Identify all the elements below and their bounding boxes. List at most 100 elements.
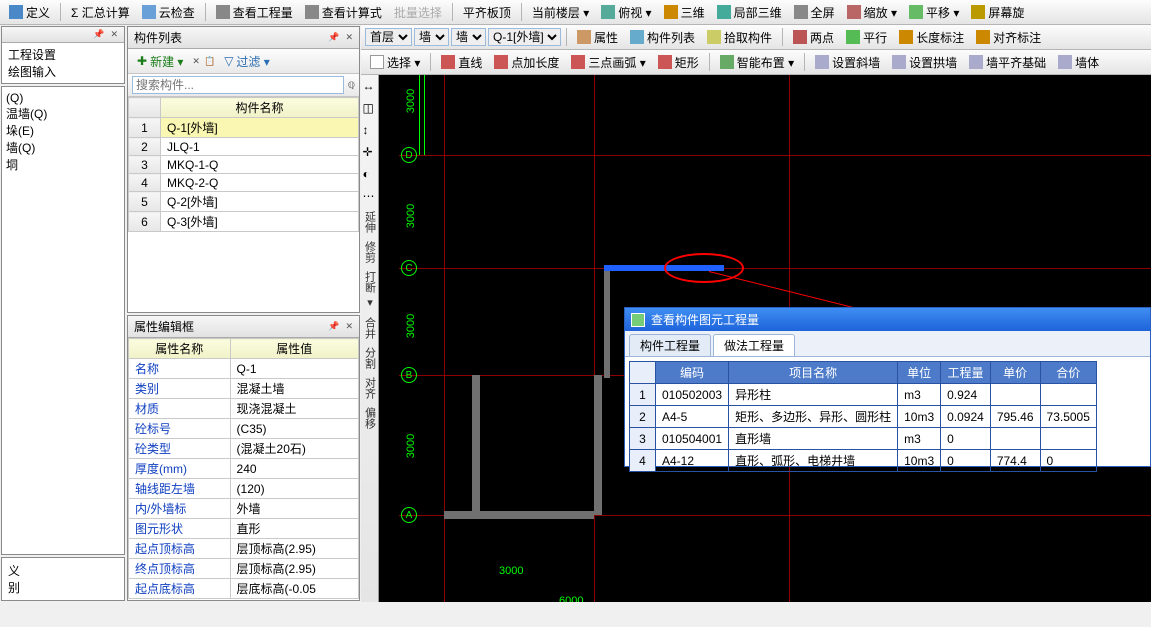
zoom-button[interactable]: 缩放 ▾: [842, 2, 902, 22]
prop-value[interactable]: 240: [230, 459, 358, 479]
prop-value[interactable]: 混凝土墙: [230, 379, 358, 399]
batch-select-button[interactable]: 批量选择: [389, 2, 447, 22]
component-select[interactable]: Q-1[外墙]: [488, 28, 561, 46]
cloud-check-button[interactable]: 云检查: [137, 2, 200, 22]
v-icon[interactable]: ↔: [363, 79, 377, 93]
search-input[interactable]: [132, 76, 344, 94]
prop-name: 砼标号: [129, 419, 231, 439]
line-button[interactable]: 直线: [436, 52, 487, 72]
select-button[interactable]: 选择 ▾: [365, 52, 425, 72]
sum-calc-button[interactable]: Σ 汇总计算: [66, 2, 135, 22]
qty-cell: 774.4: [990, 450, 1040, 472]
arch-wall-button[interactable]: 设置拱墙: [887, 52, 962, 72]
qty-col-header: 工程量: [941, 362, 991, 384]
rect-button[interactable]: 矩形: [653, 52, 704, 72]
search-clear-icon[interactable]: ℚ: [348, 80, 355, 91]
v-trim-button[interactable]: 修剪: [362, 241, 378, 263]
pin-icon[interactable]: 📌: [328, 321, 339, 332]
new-button[interactable]: ✚ 新建 ▾: [132, 51, 188, 71]
wall-level-base-button[interactable]: 墙平齐基础: [964, 52, 1051, 72]
v-icon[interactable]: ⋯: [363, 189, 377, 203]
prop-value[interactable]: Q-1: [230, 359, 358, 379]
tree-item[interactable]: 墙(Q): [6, 139, 120, 156]
v-align-button[interactable]: 对齐: [362, 377, 378, 399]
view-formula-button[interactable]: 查看计算式: [300, 2, 387, 22]
pin-icon[interactable]: 📌: [328, 32, 339, 43]
filter-button[interactable]: ▽ 过滤 ▾: [219, 51, 275, 71]
arc-button[interactable]: 三点画弧 ▾: [566, 52, 650, 72]
length-dim-button[interactable]: 长度标注: [894, 27, 969, 47]
v-icon[interactable]: ◫: [363, 101, 377, 115]
tab-method-qty[interactable]: 做法工程量: [713, 334, 795, 356]
prop-value[interactable]: 现浇混凝土: [230, 399, 358, 419]
prop-value[interactable]: 外墙: [230, 499, 358, 519]
fullscreen-button[interactable]: 全屏: [789, 2, 840, 22]
qty-cell: A4-12: [656, 450, 729, 472]
property-button[interactable]: 属性: [572, 27, 623, 47]
type2-select[interactable]: 墙: [451, 28, 486, 46]
tree-item[interactable]: 垌: [6, 156, 120, 173]
view-qty-button[interactable]: 查看工程量: [211, 2, 298, 22]
table-row[interactable]: Q-3[外墙]: [161, 212, 359, 232]
v-icon[interactable]: ↕: [363, 123, 377, 137]
property-table: 属性名称属性值 名称Q-1类别混凝土墙材质现浇混凝土砼标号(C35)砼类型(混凝…: [128, 338, 359, 599]
prop-value[interactable]: 层底标高(-0.05: [230, 579, 358, 599]
v-extend-button[interactable]: 延伸: [362, 211, 378, 233]
close-icon[interactable]: ✕: [110, 29, 118, 40]
tab-component-qty[interactable]: 构件工程量: [629, 334, 711, 356]
axis-bubble: C: [401, 260, 417, 276]
top-view-button[interactable]: 俯视 ▾: [596, 2, 656, 22]
prop-value[interactable]: (C35): [230, 419, 358, 439]
tree-item[interactable]: (Q): [6, 91, 120, 105]
tree-item[interactable]: 温墙(Q): [6, 105, 120, 122]
prop-value[interactable]: 层顶标高(2.95): [230, 539, 358, 559]
smart-arrange-button[interactable]: 智能布置 ▾: [715, 52, 799, 72]
v-break-button[interactable]: 打断 ▾: [362, 271, 378, 309]
prop-value[interactable]: 直形: [230, 519, 358, 539]
screen-rotate-button[interactable]: 屏幕旋: [966, 2, 1029, 22]
tree-leaf[interactable]: 别: [8, 579, 118, 596]
v-merge-button[interactable]: 合并: [362, 317, 378, 339]
v-split-button[interactable]: 分割: [362, 347, 378, 369]
v-offset-button[interactable]: 偏移: [362, 407, 378, 429]
level-slab-button[interactable]: 平齐板顶: [458, 2, 516, 22]
prop-value[interactable]: (120): [230, 479, 358, 499]
pick-button[interactable]: 拾取构件: [702, 27, 777, 47]
align-dim-button[interactable]: 对齐标注: [971, 27, 1046, 47]
3d-button[interactable]: 三维: [659, 2, 710, 22]
qty-rownum: 3: [630, 428, 656, 450]
copy-icon[interactable]: 📋: [204, 56, 215, 67]
current-floor-button[interactable]: 当前楼层 ▾: [527, 2, 594, 22]
table-row[interactable]: Q-1[外墙]: [161, 118, 359, 138]
tree-leaf[interactable]: 义: [8, 562, 118, 579]
table-row[interactable]: JLQ-1: [161, 138, 359, 156]
two-point-button[interactable]: 两点: [788, 27, 839, 47]
table-row[interactable]: MKQ-2-Q: [161, 174, 359, 192]
prop-value[interactable]: (混凝土20石): [230, 439, 358, 459]
qty-cell: 010504001: [656, 428, 729, 450]
pan-button[interactable]: 平移 ▾: [904, 2, 964, 22]
point-length-button[interactable]: 点加长度: [489, 52, 564, 72]
qty-cell: m3: [898, 428, 941, 450]
v-icon[interactable]: ◐: [363, 167, 377, 181]
prop-value[interactable]: 层顶标高(2.95): [230, 559, 358, 579]
main-toolbar: 定义 Σ 汇总计算 云检查 查看工程量 查看计算式 批量选择 平齐板顶 当前楼层…: [0, 0, 1151, 25]
delete-icon[interactable]: ✕: [192, 56, 200, 67]
slope-wall-button[interactable]: 设置斜墙: [810, 52, 885, 72]
close-icon[interactable]: ✕: [345, 32, 353, 43]
parallel-button[interactable]: 平行: [841, 27, 892, 47]
col-header: 构件名称: [161, 98, 359, 118]
component-list-button[interactable]: 构件列表: [625, 27, 700, 47]
table-row[interactable]: Q-2[外墙]: [161, 192, 359, 212]
table-row[interactable]: MKQ-1-Q: [161, 156, 359, 174]
tree-item[interactable]: 垛(E): [6, 122, 120, 139]
popup-titlebar[interactable]: 查看构件图元工程量: [625, 308, 1150, 331]
pin-icon[interactable]: 📌: [93, 29, 104, 40]
wall-body-button[interactable]: 墙体: [1053, 52, 1104, 72]
local-3d-button[interactable]: 局部三维: [712, 2, 787, 22]
floor-select[interactable]: 首层: [365, 28, 412, 46]
close-icon[interactable]: ✕: [345, 321, 353, 332]
v-icon[interactable]: ✛: [363, 145, 377, 159]
define-button[interactable]: 定义: [4, 2, 55, 22]
type1-select[interactable]: 墙: [414, 28, 449, 46]
